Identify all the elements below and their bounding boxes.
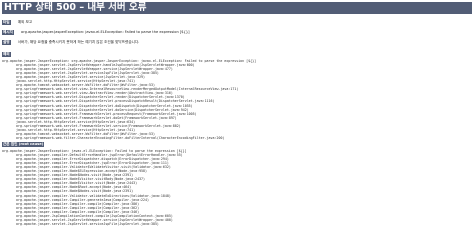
message-row: 메시지 org.apache.jasper.JasperException: j…	[2, 30, 472, 38]
exception-stack-trace: org.apache.jasper.JasperException: org.a…	[2, 59, 256, 140]
description-row: 설명 서버가, 해당 요청을 충족시키지 못하게 하는 예기치 않은 조건을 맞…	[2, 40, 472, 48]
root-cause-stack-trace: org.apache.jasper.JasperException: javax…	[2, 149, 187, 226]
message-label: 메시지	[2, 30, 14, 35]
report-type-label: 타입	[2, 20, 11, 25]
root-cause-line: org.apache.jasper.compiler.Validator.val…	[16, 193, 171, 198]
exception-line: org.springframework.web.filter.Character…	[16, 135, 225, 140]
root-cause-label: 근본 원인 (root cause)	[2, 142, 45, 147]
description-label: 설명	[2, 40, 11, 45]
report-type-value: 예외 보고	[17, 20, 33, 24]
description-value: 서버가, 해당 요청을 충족시키지 못하게 하는 예기치 않은 조건을 맞닥뜨렸…	[17, 40, 140, 44]
page-title: HTTP 상태 500 – 내부 서버 오류	[2, 2, 472, 14]
message-value: org.apache.jasper.JasperException: javax…	[21, 30, 190, 34]
root-cause-line: org.apache.jasper.servlet.JspServlet.ser…	[16, 221, 159, 226]
exception-label: 예외	[2, 52, 11, 57]
report-type-row: 타입 예외 보고	[2, 20, 472, 28]
